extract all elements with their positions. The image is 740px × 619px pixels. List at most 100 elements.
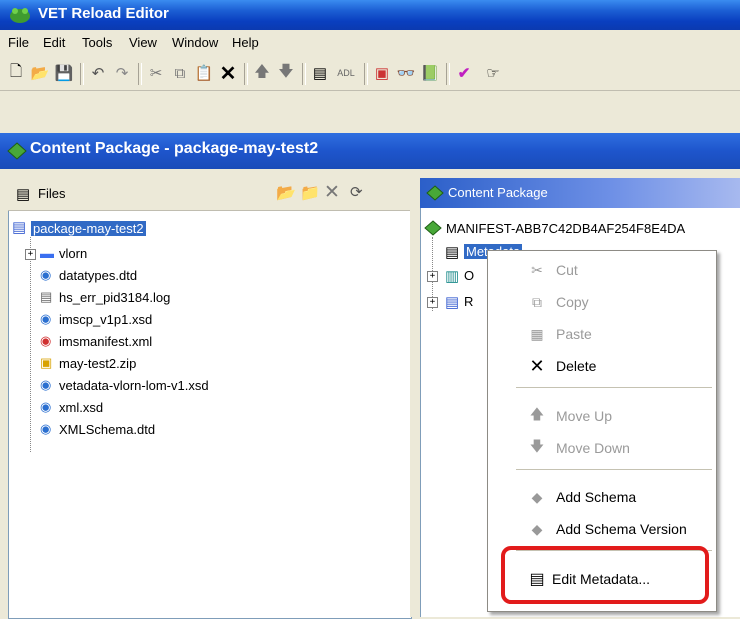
menu-item-label: Move Up: [556, 408, 613, 424]
paste-icon: ▦: [530, 325, 544, 342]
menu-item-label: Paste: [556, 326, 592, 342]
package-icon: [7, 142, 27, 160]
file-row[interactable]: ◉ datatypes.dtd: [40, 265, 137, 285]
highlight-box: [501, 546, 709, 604]
open-icon[interactable]: 📂: [30, 63, 50, 83]
new-icon[interactable]: 🗋: [6, 63, 26, 83]
preview-icon[interactable]: 👓: [396, 63, 416, 83]
menu-separator: [516, 469, 712, 470]
menu-bar: File Edit Tools View Window Help: [0, 30, 740, 56]
menu-item-move-up[interactable]: 🡅 Move Up: [488, 403, 716, 429]
file-row[interactable]: ◉ vetadata-vlorn-lom-v1.xsd: [40, 375, 209, 395]
delete-icon[interactable]: ✕: [218, 63, 238, 85]
file-name: imsmanifest.xml: [59, 333, 153, 349]
file-row[interactable]: ▬ vlorn: [40, 243, 87, 263]
file-row[interactable]: ◉ imsmanifest.xml: [40, 331, 152, 351]
manifest-node[interactable]: MANIFEST-ABB7C42DB4AF254F8E4DA: [424, 218, 685, 238]
toolbar-separator: [138, 63, 142, 85]
menu-item-copy[interactable]: ⧉ Copy: [488, 289, 716, 315]
file-name: hs_err_pid3184.log: [59, 289, 171, 305]
move-up-icon[interactable]: 🡅: [252, 63, 272, 83]
package-folder-icon: ▤: [12, 219, 27, 236]
organizations-label: O: [464, 267, 475, 283]
delete-icon: ✕: [529, 355, 545, 376]
schema-icon: ◉: [40, 421, 52, 436]
menu-view[interactable]: View: [129, 35, 157, 50]
frog-icon: [10, 8, 30, 23]
file-row[interactable]: ▣ may-test2.zip: [40, 353, 136, 373]
toolbar: 🗋 📂 💾 ↶ ↷ ✂ ⧉ 📋 ✕ 🡅 🡇 ▤ ADL ▣ 👓 📗 ✔ ☞: [0, 56, 740, 91]
xml-icon: ◉: [40, 333, 52, 348]
package-frame-title-text: Content Package - package-may-test2: [30, 140, 319, 157]
frame-gap: [0, 169, 740, 178]
package-frame-title: Content Package - package-may-test2: [0, 133, 740, 169]
file-row[interactable]: ◉ xml.xsd: [40, 397, 103, 417]
file-name: vetadata-vlorn-lom-v1.xsd: [59, 377, 209, 393]
files-root-label: package-may-test2: [31, 220, 146, 236]
delete-file-icon[interactable]: ✕: [324, 181, 340, 204]
menu-item-move-down[interactable]: 🡇 Move Down: [488, 435, 716, 461]
content-package-title: Content Package: [448, 185, 548, 200]
organizations-node[interactable]: ▥ O: [445, 265, 475, 286]
file-name: imscp_v1p1.xsd: [59, 311, 153, 327]
text-file-icon: ▤: [40, 289, 53, 304]
content-package-header: Content Package: [420, 178, 740, 208]
refresh-icon[interactable]: ⟳: [350, 183, 363, 201]
menu-window[interactable]: Window: [172, 35, 218, 50]
open-folder-icon[interactable]: 📂: [276, 183, 296, 203]
menu-edit[interactable]: Edit: [43, 35, 65, 50]
expand-organizations[interactable]: +: [427, 271, 438, 282]
scissors-icon: ✂: [531, 261, 543, 278]
metadata-icon: ▤: [445, 244, 460, 261]
copy-icon: ⧉: [532, 293, 542, 310]
expand-vlorn[interactable]: +: [25, 249, 36, 260]
menu-separator: [516, 387, 712, 388]
files-root[interactable]: ▤ package-may-test2: [12, 218, 146, 238]
toolbar-separator: [364, 63, 368, 85]
check-icon[interactable]: ✔: [454, 63, 474, 83]
resources-label: R: [464, 293, 474, 309]
splitter[interactable]: [410, 178, 420, 617]
paste-icon[interactable]: 📋: [194, 63, 214, 83]
menu-item-paste[interactable]: ▦ Paste: [488, 321, 716, 347]
menu-item-delete[interactable]: ✕ Delete: [488, 353, 716, 379]
new-folder-icon[interactable]: 📁: [300, 183, 320, 203]
diamond-icon: ◆: [531, 520, 543, 537]
adl-button[interactable]: ADL: [334, 63, 358, 83]
files-title: Files: [38, 186, 66, 201]
metadata-icon[interactable]: ▤: [310, 63, 330, 83]
menu-item-add-schema-version[interactable]: ◆ Add Schema Version: [488, 516, 716, 542]
toolbar-separator: [302, 63, 306, 85]
menu-help[interactable]: Help: [232, 35, 259, 50]
undo-icon[interactable]: ↶: [88, 63, 108, 83]
copy-icon[interactable]: ⧉: [170, 63, 190, 83]
arrow-up-icon: 🡅: [529, 406, 545, 422]
toolbar-separator: [80, 63, 84, 85]
pointer-icon[interactable]: ☞: [478, 63, 508, 83]
schema-icon: ◉: [40, 399, 52, 414]
file-row[interactable]: ◉ imscp_v1p1.xsd: [40, 309, 152, 329]
package-icon: [424, 220, 442, 236]
menu-file[interactable]: File: [8, 35, 29, 50]
zip-icon: ▣: [40, 355, 53, 370]
validate-icon[interactable]: ▣: [372, 63, 392, 83]
menu-item-add-schema[interactable]: ◆ Add Schema: [488, 484, 716, 510]
schema-icon: ◉: [40, 377, 52, 392]
resources-node[interactable]: ▤ R: [445, 291, 474, 312]
expand-resources[interactable]: +: [427, 297, 438, 308]
workspace-background: [0, 91, 740, 133]
window-title: VET Reload Editor: [38, 5, 169, 22]
menu-item-label: Add Schema Version: [556, 521, 687, 537]
redo-icon[interactable]: ↷: [112, 63, 132, 83]
folder-icon: ▬: [40, 245, 54, 261]
book-icon[interactable]: 📗: [420, 63, 440, 83]
menu-item-cut[interactable]: ✂ Cut: [488, 257, 716, 283]
move-down-icon[interactable]: 🡇: [276, 63, 296, 83]
cut-icon[interactable]: ✂: [146, 63, 166, 83]
menu-tools[interactable]: Tools: [82, 35, 112, 50]
save-icon[interactable]: 💾: [54, 63, 74, 83]
toolbar-separator: [244, 63, 248, 85]
file-row[interactable]: ▤ hs_err_pid3184.log: [40, 287, 170, 307]
file-row[interactable]: ◉ XMLSchema.dtd: [40, 419, 155, 439]
diamond-icon: ◆: [531, 488, 543, 505]
